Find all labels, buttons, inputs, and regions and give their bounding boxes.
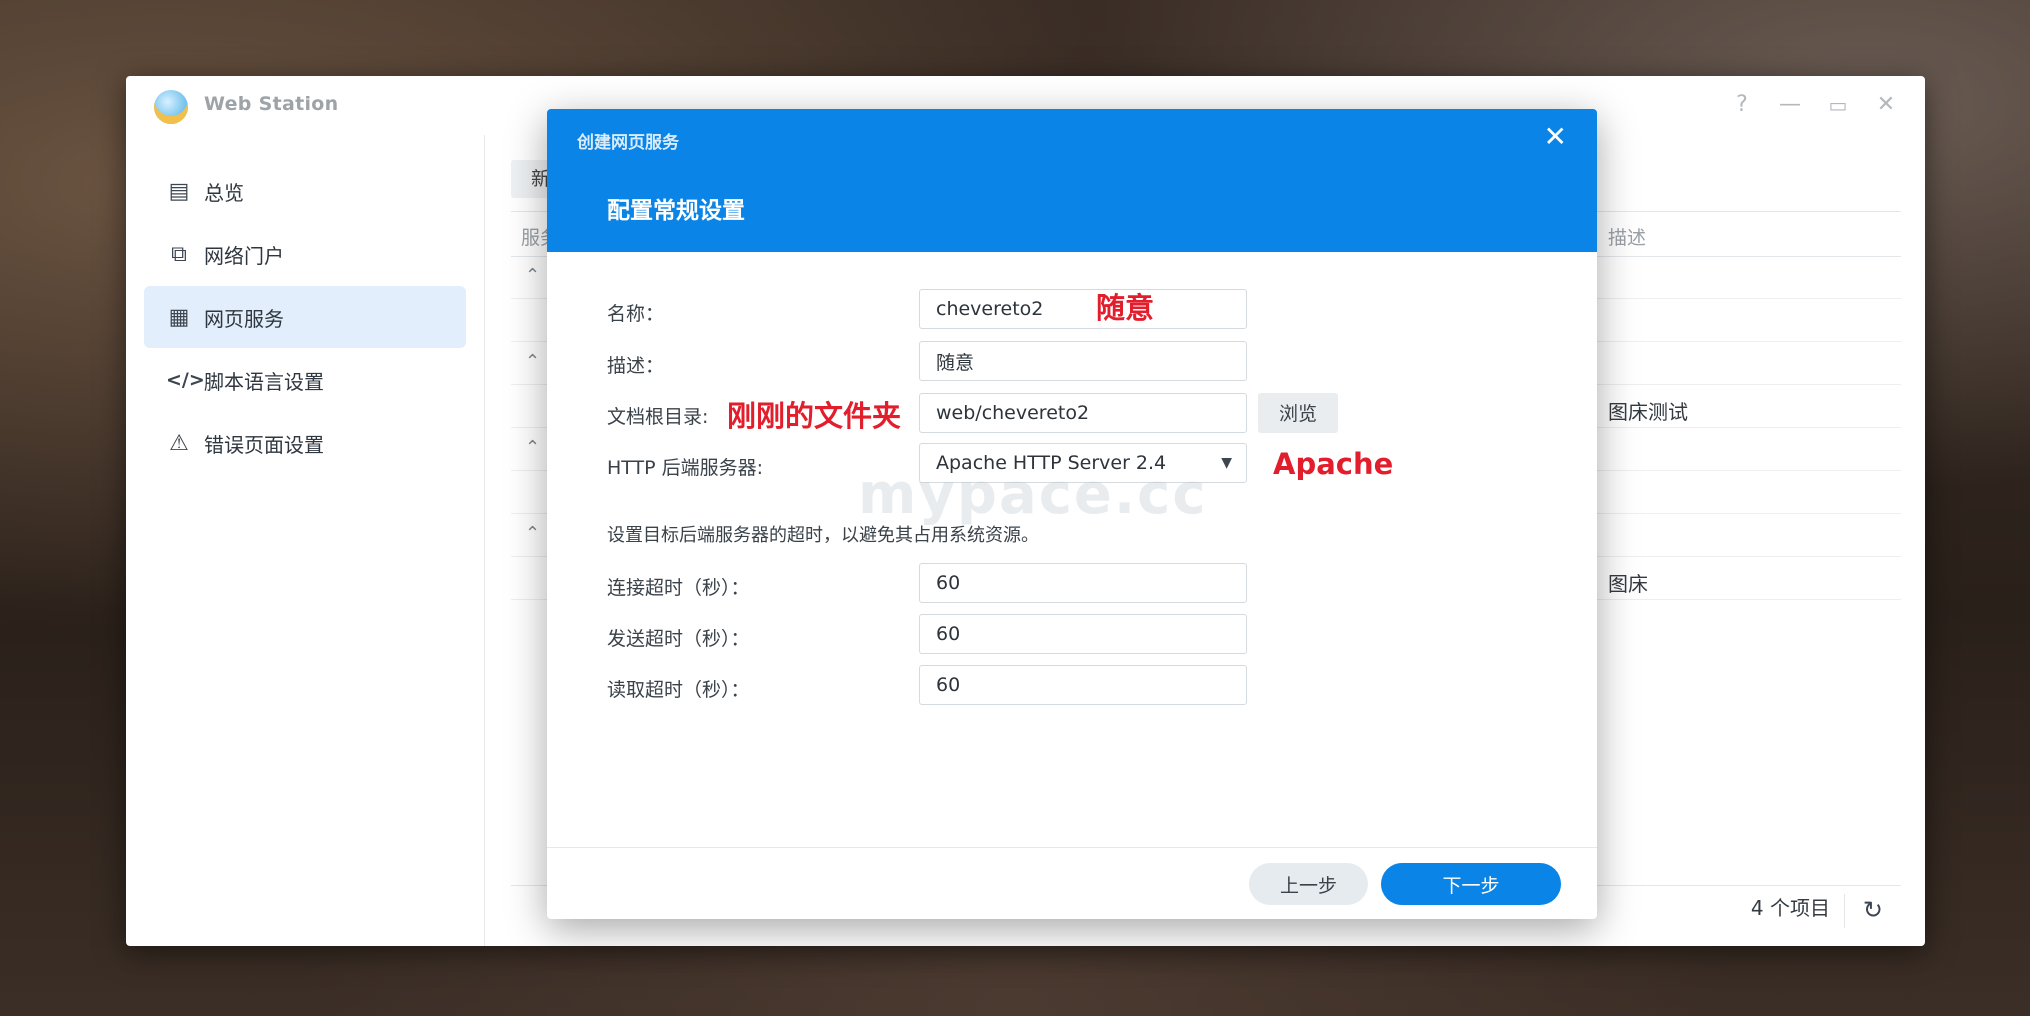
next-button[interactable]: 下一步 bbox=[1381, 863, 1561, 905]
read-timeout-label: 读取超时（秒）： bbox=[607, 679, 750, 701]
root-dir-input[interactable] bbox=[919, 393, 1247, 433]
app-title: Web Station bbox=[204, 93, 339, 115]
sidebar-item-error-page[interactable]: ⚠ 错误页面设置 bbox=[144, 412, 466, 474]
sidebar-item-label: 错误页面设置 bbox=[204, 432, 324, 457]
root-dir-label: 文档根目录: bbox=[607, 406, 709, 428]
name-input[interactable] bbox=[919, 289, 1247, 329]
minimize-icon[interactable]: — bbox=[1777, 92, 1803, 118]
backend-server-select[interactable]: Apache HTTP Server 2.4 ▼ bbox=[919, 443, 1247, 483]
code-icon: </> bbox=[166, 369, 205, 391]
sidebar-item-overview[interactable]: ▤ 总览 bbox=[144, 160, 466, 222]
sidebar-item-script-language[interactable]: </> 脚本语言设置 bbox=[144, 349, 466, 411]
column-desc[interactable]: 描述 bbox=[1608, 223, 1646, 250]
help-icon[interactable]: ? bbox=[1729, 92, 1755, 118]
send-timeout-label: 发送超时（秒）： bbox=[607, 628, 750, 650]
item-count: 4 个项目 bbox=[1750, 896, 1830, 920]
chevron-up-icon[interactable]: ⌃ bbox=[525, 437, 540, 458]
sidebar-item-label: 网络门户 bbox=[204, 243, 284, 268]
sidebar-item-label: 脚本语言设置 bbox=[204, 369, 324, 394]
annotation-backend: Apache bbox=[1273, 447, 1394, 481]
sidebar-item-label: 总览 bbox=[204, 180, 244, 205]
error-icon: ⚠ bbox=[169, 430, 189, 456]
table-cell-desc: 图床 bbox=[1608, 572, 1648, 596]
chevron-up-icon[interactable]: ⌃ bbox=[525, 523, 540, 544]
portal-icon: ⧉ bbox=[171, 241, 187, 267]
read-timeout-input[interactable] bbox=[919, 665, 1247, 705]
browse-button[interactable]: 浏览 bbox=[1258, 393, 1338, 433]
close-icon[interactable]: ✕ bbox=[1544, 123, 1567, 151]
sidebar-item-label: 网页服务 bbox=[204, 306, 284, 331]
chevron-up-icon[interactable]: ⌃ bbox=[525, 351, 540, 372]
previous-button[interactable]: 上一步 bbox=[1249, 863, 1368, 905]
sidebar-item-web-service[interactable]: ▦ 网页服务 bbox=[144, 286, 466, 348]
web-station-app-icon bbox=[154, 90, 188, 124]
dropdown-caret-icon: ▼ bbox=[1221, 455, 1232, 471]
backend-server-value: Apache HTTP Server 2.4 bbox=[936, 452, 1167, 474]
dialog-wizard-title: 创建网页服务 bbox=[577, 133, 679, 153]
table-cell-desc: 图床测试 bbox=[1608, 400, 1688, 424]
connect-timeout-label: 连接超时（秒）： bbox=[607, 577, 750, 599]
refresh-icon[interactable]: ↻ bbox=[1863, 896, 1883, 924]
send-timeout-input[interactable] bbox=[919, 614, 1247, 654]
close-window-icon[interactable]: ✕ bbox=[1873, 92, 1899, 118]
annotation-name: 随意 bbox=[1096, 291, 1155, 325]
dialog-header: 创建网页服务 ✕ 配置常规设置 bbox=[547, 109, 1597, 252]
overview-icon: ▤ bbox=[168, 178, 190, 204]
connect-timeout-input[interactable] bbox=[919, 563, 1247, 603]
create-web-service-dialog: 创建网页服务 ✕ 配置常规设置 名称： 随意 描述： 文档根目录: 刚刚的文件夹… bbox=[547, 109, 1597, 919]
timeout-hint: 设置目标后端服务器的超时，以避免其占用系统资源。 bbox=[607, 525, 1039, 546]
sidebar-item-portal[interactable]: ⧉ 网络门户 bbox=[144, 223, 466, 285]
maximize-icon[interactable]: ▭ bbox=[1825, 92, 1851, 118]
backend-server-label: HTTP 后端服务器: bbox=[607, 457, 764, 479]
chevron-up-icon[interactable]: ⌃ bbox=[525, 265, 540, 286]
dialog-footer-divider bbox=[547, 847, 1597, 848]
annotation-root-dir: 刚刚的文件夹 bbox=[727, 399, 902, 433]
name-label: 名称： bbox=[607, 303, 665, 325]
desc-input[interactable] bbox=[919, 341, 1247, 381]
desc-label: 描述： bbox=[607, 355, 665, 377]
sidebar: ▤ 总览 ⧉ 网络门户 ▦ 网页服务 </> 脚本语言设置 ⚠ 错误页面设置 bbox=[126, 135, 485, 946]
web-service-icon: ▦ bbox=[168, 304, 190, 330]
dialog-step-title: 配置常规设置 bbox=[607, 198, 745, 224]
